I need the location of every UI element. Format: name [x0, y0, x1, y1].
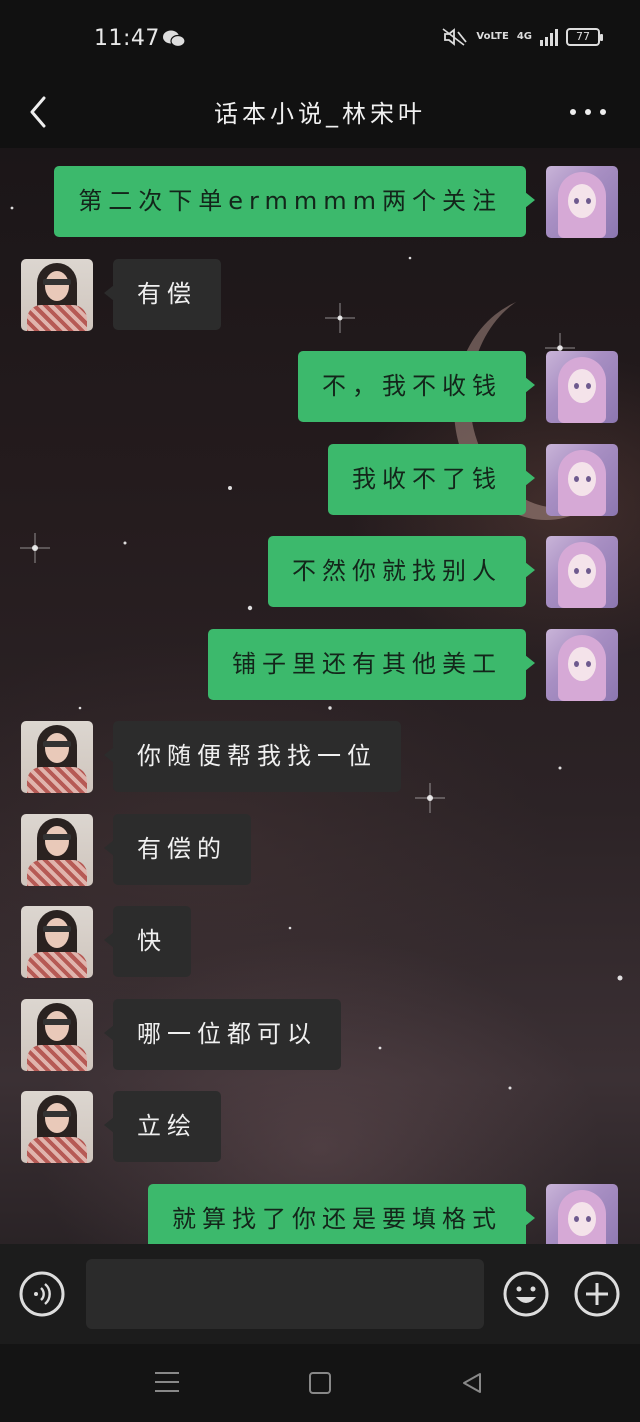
- input-bar: [0, 1244, 640, 1344]
- avatar-contact[interactable]: [21, 259, 93, 331]
- avatar-self[interactable]: [546, 1184, 618, 1244]
- message-row: 第二次下单ermmmm两个关注: [54, 166, 618, 238]
- avatar-self[interactable]: [546, 629, 618, 701]
- message-row: 有偿的: [21, 814, 251, 886]
- message-bubble-received[interactable]: 哪一位都可以: [104, 999, 341, 1070]
- message-row: 就算找了你还是要填格式: [148, 1184, 618, 1244]
- status-icons: VoLTE 4G 77: [442, 28, 603, 46]
- message-bubble-received[interactable]: 你随便帮我找一位: [104, 721, 401, 792]
- avatar-self[interactable]: [546, 351, 618, 423]
- battery-icon: 77: [566, 28, 603, 46]
- avatar-self[interactable]: [546, 166, 618, 238]
- message-row: 哪一位都可以: [21, 999, 341, 1071]
- voice-input-button[interactable]: [18, 1270, 66, 1318]
- message-bubble-sent[interactable]: 我收不了钱: [328, 444, 535, 515]
- message-bubble-received[interactable]: 快: [104, 906, 191, 977]
- more-dot-icon: [570, 109, 576, 115]
- chat-header: 话本小说_林宋叶: [0, 78, 640, 148]
- avatar-self[interactable]: [546, 536, 618, 608]
- status-bar: 11:47 VoLTE 4G 77: [0, 0, 640, 78]
- system-nav-bar: [0, 1344, 640, 1422]
- message-row: 立绘: [21, 1091, 221, 1163]
- chat-area[interactable]: 第二次下单ermmmm两个关注 有偿 不，我不收钱 我收不了钱 不然你就找别人 …: [0, 148, 640, 1244]
- nav-home-icon[interactable]: [309, 1372, 331, 1394]
- message-bubble-sent[interactable]: 不然你就找别人: [268, 536, 535, 607]
- network-label: 4G: [516, 31, 532, 42]
- volte-label: VoLTE: [476, 31, 509, 42]
- avatar-contact[interactable]: [21, 1091, 93, 1163]
- more-actions-plus-button[interactable]: [573, 1270, 621, 1318]
- avatar-contact[interactable]: [21, 906, 93, 978]
- message-row: 不，我不收钱: [298, 351, 618, 423]
- avatar-self[interactable]: [546, 444, 618, 516]
- nav-menu-icon[interactable]: [155, 1372, 179, 1394]
- message-row: 你随便帮我找一位: [21, 721, 401, 793]
- nav-back-icon[interactable]: [460, 1371, 484, 1395]
- avatar-contact[interactable]: [21, 721, 93, 793]
- message-bubble-sent[interactable]: 第二次下单ermmmm两个关注: [54, 166, 535, 237]
- message-row: 快: [21, 906, 191, 978]
- more-dot-icon: [600, 109, 606, 115]
- message-bubble-received[interactable]: 有偿的: [104, 814, 251, 885]
- avatar-contact[interactable]: [21, 814, 93, 886]
- chat-title: 话本小说_林宋叶: [214, 100, 426, 128]
- message-input[interactable]: [86, 1259, 484, 1329]
- emoji-button[interactable]: [502, 1270, 550, 1318]
- message-row: 不然你就找别人: [268, 536, 618, 608]
- more-options-button[interactable]: [570, 94, 606, 130]
- more-dot-icon: [585, 109, 591, 115]
- message-bubble-received[interactable]: 有偿: [104, 259, 221, 330]
- message-row: 铺子里还有其他美工: [208, 629, 618, 701]
- message-bubble-received[interactable]: 立绘: [104, 1091, 221, 1162]
- message-bubble-sent[interactable]: 铺子里还有其他美工: [208, 629, 535, 700]
- avatar-contact[interactable]: [21, 999, 93, 1071]
- message-row: 我收不了钱: [328, 444, 618, 516]
- message-bubble-sent[interactable]: 就算找了你还是要填格式: [148, 1184, 535, 1244]
- mute-icon: [442, 28, 468, 46]
- status-time: 11:47: [94, 26, 160, 51]
- signal-icon: [540, 28, 558, 46]
- message-bubble-sent[interactable]: 不，我不收钱: [298, 351, 535, 422]
- wechat-notification-icon: [163, 30, 186, 48]
- message-row: 有偿: [21, 259, 221, 331]
